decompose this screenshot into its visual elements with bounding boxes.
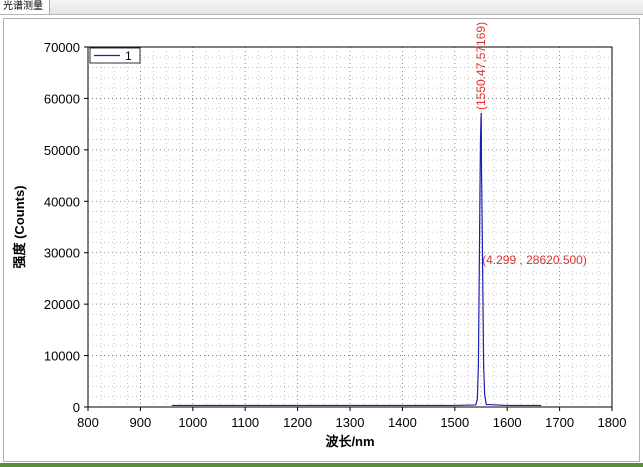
y-tick-label: 10000: [44, 349, 80, 364]
y-tick-label: 50000: [44, 143, 80, 158]
tab-bar: 光谱测量: [0, 0, 643, 15]
y-axis-ticks: 0 10000 20000 30000 40000 50000 60000 70000: [44, 40, 88, 415]
x-tick-label: 1300: [336, 415, 365, 430]
y-tick-label: 60000: [44, 91, 80, 106]
x-tick-label: 1600: [493, 415, 522, 430]
legend-label: 1: [125, 49, 132, 63]
y-tick-label: 20000: [44, 297, 80, 312]
status-strip: [0, 463, 643, 467]
tab-spectrum-measurement[interactable]: 光谱测量: [0, 0, 50, 14]
x-axis-label: 波长/nm: [325, 434, 374, 449]
y-tick-label: 0: [73, 400, 80, 415]
y-tick-label: 40000: [44, 194, 80, 209]
spectrum-chart: 0 10000 20000 30000 40000 50000 60000 70000 800…: [12, 22, 626, 449]
x-axis-ticks: 800 900 1000 1100 1200 1300 1400 1500 1600 1700 18…: [77, 407, 626, 430]
y-tick-label: 30000: [44, 246, 80, 261]
x-tick-label: 1200: [283, 415, 312, 430]
grid: [88, 47, 612, 407]
x-tick-label: 900: [130, 415, 152, 430]
x-tick-label: 1000: [178, 415, 207, 430]
legend: 1: [89, 47, 141, 64]
x-tick-label: 1100: [231, 415, 259, 430]
x-tick-label: 1700: [545, 415, 574, 430]
x-tick-label: 1500: [440, 415, 469, 430]
x-tick-label: 1800: [598, 415, 627, 430]
y-axis-label: 强度 (Counts): [12, 185, 27, 268]
y-tick-label: 70000: [44, 40, 80, 55]
chart-panel: 0 10000 20000 30000 40000 50000 60000 70000 800…: [3, 18, 640, 462]
x-tick-label: 1400: [388, 415, 417, 430]
cursor-annotation: (4.299 , 28620.500): [482, 253, 587, 267]
x-tick-label: 800: [77, 415, 99, 430]
peak-annotation: (1550.47,57169): [474, 22, 488, 110]
